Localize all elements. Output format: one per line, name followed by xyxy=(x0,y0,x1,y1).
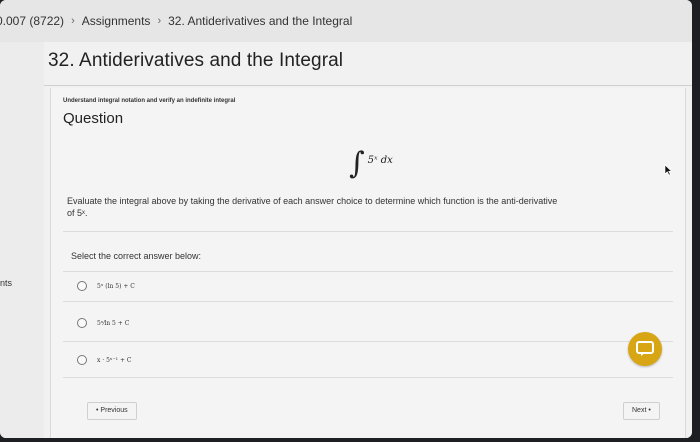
prompt-line-1: Evaluate the integral above by taking th… xyxy=(67,196,558,206)
title-divider xyxy=(44,85,692,86)
previous-button[interactable]: • Previous xyxy=(87,402,137,420)
choice-divider xyxy=(63,377,673,378)
answer-choice[interactable]: 5ˣ⁄ln 5 + C xyxy=(77,315,129,331)
rail-label: nts xyxy=(0,278,13,288)
section-divider xyxy=(63,271,673,272)
chevron-right-icon: › xyxy=(157,15,162,27)
choice-divider xyxy=(63,301,673,302)
radio-button[interactable] xyxy=(77,281,87,291)
answer-choice-text: x · 5ˣ⁻¹ + C xyxy=(97,356,132,364)
left-rail: nts xyxy=(0,42,45,438)
page-title: 32. Antiderivatives and the Integral xyxy=(48,50,344,71)
breadcrumb-course[interactable]: 0.007 (8722) xyxy=(0,14,64,28)
chevron-right-icon: › xyxy=(71,15,75,27)
breadcrumb: 0.007 (8722) › Assignments › 32. Antider… xyxy=(0,0,692,43)
chat-button[interactable] xyxy=(628,332,662,366)
chat-bubble-icon xyxy=(636,341,654,356)
question-heading: Question xyxy=(63,110,124,127)
mouse-pointer-icon xyxy=(664,164,672,176)
question-card: Understand integral notation and verify … xyxy=(50,88,686,438)
breadcrumb-assignments[interactable]: Assignments xyxy=(82,14,151,28)
next-button[interactable]: Next • xyxy=(623,402,660,420)
answer-choice-text: 5ˣ⁄ln 5 + C xyxy=(97,319,130,327)
answer-choice[interactable]: x · 5ˣ⁻¹ + C xyxy=(77,352,131,368)
choice-divider xyxy=(63,341,673,342)
question-prompt: Evaluate the integral above by taking th… xyxy=(67,195,687,219)
browser-frame: 0.007 (8722) › Assignments › 32. Antider… xyxy=(0,0,692,438)
breadcrumb-current: 32. Antiderivatives and the Integral xyxy=(168,14,353,28)
integrand: 5ˣ dx xyxy=(367,155,393,166)
section-divider xyxy=(63,231,673,232)
select-answer-label: Select the correct answer below: xyxy=(71,251,202,261)
question-subtitle: Understand integral notation and verify … xyxy=(63,98,236,104)
answer-choice[interactable]: 5ˣ (ln 5) + C xyxy=(77,278,135,294)
integral-sign-icon: ∫ xyxy=(349,146,365,181)
radio-button[interactable] xyxy=(77,318,87,328)
integral-expression: ∫ 5ˣ dx xyxy=(349,146,393,181)
main-content: 32. Antiderivatives and the Integral Und… xyxy=(44,42,692,438)
answer-choice-text: 5ˣ (ln 5) + C xyxy=(97,282,135,290)
prompt-line-2: of 5ˣ. xyxy=(67,208,88,218)
radio-button[interactable] xyxy=(77,355,87,365)
